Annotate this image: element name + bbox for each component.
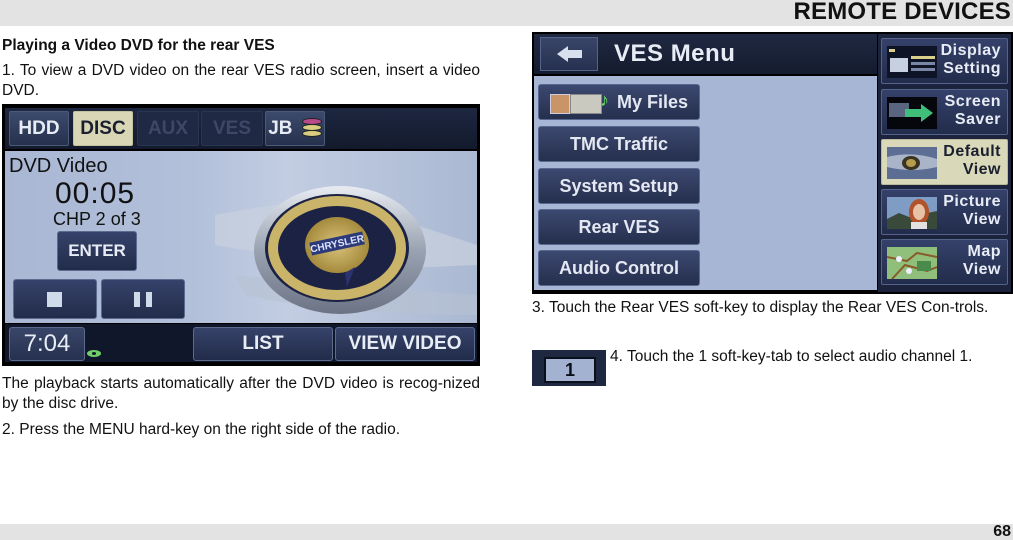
- default-view-label: Default View: [943, 143, 1001, 178]
- pause-button[interactable]: [101, 279, 185, 319]
- map-view-label: Map View: [962, 243, 1001, 278]
- view-video-button[interactable]: VIEW VIDEO: [335, 327, 475, 361]
- section-title: REMOTE DEVICES: [793, 0, 1011, 25]
- chrysler-emblem-image: CHRYSLER: [215, 186, 477, 315]
- back-button[interactable]: [540, 37, 598, 71]
- channel-1-tab[interactable]: 1: [544, 357, 596, 383]
- picture-view-icon: [887, 197, 937, 229]
- playback-note: The playback starts automatically after …: [2, 375, 480, 412]
- clock-display[interactable]: 7:04: [9, 327, 85, 361]
- step-1-text: 1. To view a DVD video on the rear VES r…: [2, 62, 480, 99]
- screen-saver-button[interactable]: Screen Saver: [881, 89, 1008, 135]
- left-column: Playing a Video DVD for the rear VES 1. …: [2, 36, 480, 101]
- ves-menu-body: ♪ My Files TMC Traffic System Setup Rear…: [534, 76, 877, 290]
- map-view-button[interactable]: Map View: [881, 239, 1008, 285]
- default-view-button[interactable]: Default View: [881, 139, 1008, 185]
- bottom-bar: 7:04 LIST VIEW VIDEO: [5, 324, 477, 362]
- menu-item-system-setup[interactable]: System Setup: [538, 168, 700, 204]
- menu-item-rear-ves[interactable]: Rear VES: [538, 209, 700, 245]
- display-setting-icon: [887, 46, 937, 78]
- picture-view-label: Picture View: [943, 193, 1001, 228]
- step-4-text: 4. Touch the 1 soft-key-tab to select au…: [610, 348, 973, 365]
- picture-view-button[interactable]: Picture View: [881, 189, 1008, 235]
- view-options-panel: Display Setting Screen Saver Default View: [878, 34, 1011, 292]
- left-column-lower: The playback starts automatically after …: [2, 374, 480, 440]
- menu-item-tmc-traffic[interactable]: TMC Traffic: [538, 126, 700, 162]
- right-column: 3. Touch the Rear VES soft-key to displa…: [532, 298, 1013, 318]
- section-heading: Playing a Video DVD for the rear VES: [2, 37, 275, 54]
- ves-menu-screenshot: VES Menu ♪ My Files TMC Traffic System S…: [532, 32, 1013, 294]
- map-view-icon: [887, 247, 937, 279]
- tab-disc[interactable]: DISC: [73, 111, 133, 146]
- my-files-icon: ♪: [549, 90, 612, 114]
- page-number: 68: [993, 523, 1011, 540]
- step-3-text: 3. Touch the Rear VES soft-key to displa…: [532, 299, 989, 316]
- menu-item-audio-control[interactable]: Audio Control: [538, 250, 700, 286]
- step-2-text: 2. Press the MENU hard-key on the right …: [2, 421, 401, 438]
- menu-item-label: My Files: [616, 92, 689, 112]
- enter-button[interactable]: ENTER: [57, 231, 137, 271]
- ves-menu-title: VES Menu: [614, 40, 736, 67]
- dvd-player-screenshot: HDD DISC AUX VES JB DVD Video 00:05 CHP …: [2, 104, 480, 366]
- list-button[interactable]: LIST: [193, 327, 333, 361]
- tab-hdd[interactable]: HDD: [9, 111, 69, 146]
- tab-jb-label: JB: [268, 118, 293, 139]
- display-setting-button[interactable]: Display Setting: [881, 38, 1008, 84]
- tab-ves[interactable]: VES: [201, 111, 263, 146]
- playback-area: DVD Video 00:05 CHP 2 of 3 ENTER CHRYSLE…: [5, 151, 477, 323]
- disc-stack-icon: [300, 116, 322, 138]
- chapter-indicator: CHP 2 of 3: [53, 209, 141, 229]
- media-label: DVD Video: [9, 155, 108, 177]
- ves-menu-header: VES Menu: [534, 34, 877, 74]
- screen-saver-icon: [887, 97, 937, 129]
- stop-icon: [47, 292, 62, 307]
- tab-jukebox[interactable]: JB: [265, 111, 325, 146]
- header-band: REMOTE DEVICES: [0, 0, 1013, 26]
- footer-band: [0, 524, 1013, 540]
- screen-saver-label: Screen Saver: [944, 93, 1001, 128]
- disc-loaded-icon: [87, 350, 101, 357]
- display-setting-label: Display Setting: [940, 42, 1001, 77]
- channel-1-tab-image: 1: [532, 350, 606, 386]
- menu-item-my-files[interactable]: ♪ My Files: [538, 84, 700, 120]
- default-view-icon: [887, 147, 937, 179]
- elapsed-time: 00:05: [55, 177, 136, 210]
- source-tab-bar: HDD DISC AUX VES JB: [5, 108, 477, 149]
- step-4-block: 4. Touch the 1 soft-key-tab to select au…: [610, 347, 1013, 367]
- tab-aux[interactable]: AUX: [137, 111, 199, 146]
- stop-button[interactable]: [13, 279, 97, 319]
